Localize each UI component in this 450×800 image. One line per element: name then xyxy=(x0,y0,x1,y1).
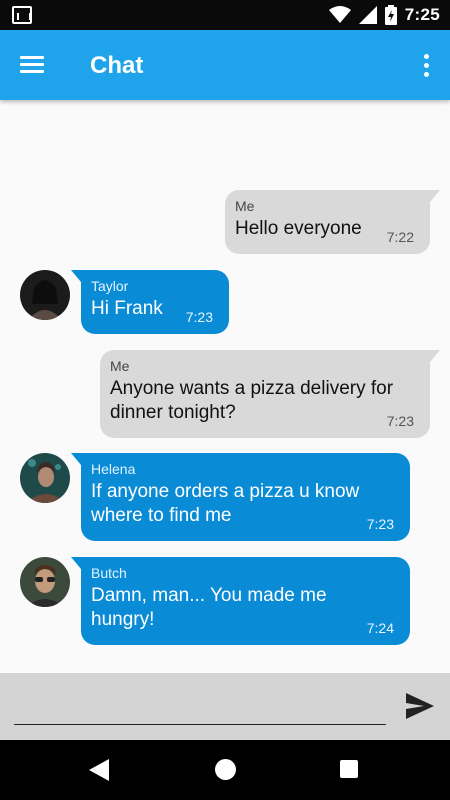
message-text: Anyone wants a pizza delivery for dinner… xyxy=(110,378,394,423)
bubble-tail xyxy=(430,190,440,202)
more-vert-icon[interactable] xyxy=(418,50,434,80)
message-outgoing: Me Hello everyone 7:22 xyxy=(225,190,430,254)
message-sender: Me xyxy=(235,198,255,214)
hamburger-menu-icon[interactable] xyxy=(20,52,50,78)
message-list[interactable]: Me Hello everyone 7:22 Taylor Hi Frank 7… xyxy=(0,100,450,673)
app-bar: Chat xyxy=(0,30,450,100)
bubble-tail xyxy=(71,557,81,569)
message-sender: Helena xyxy=(91,461,136,477)
status-bar: 7:25 xyxy=(0,0,450,30)
battery-charging-icon xyxy=(384,5,397,25)
message-input[interactable] xyxy=(14,687,386,725)
bubble-tail xyxy=(71,270,81,282)
bubble-tail xyxy=(71,453,81,465)
message-sender: Taylor xyxy=(91,278,129,294)
message-incoming: Taylor Hi Frank 7:23 xyxy=(81,270,229,334)
message-text: Damn, man... You made me hungry! xyxy=(91,585,327,630)
avatar[interactable] xyxy=(20,270,70,320)
message-text: If anyone orders a pizza u know where to… xyxy=(91,481,360,526)
recents-icon[interactable] xyxy=(340,760,358,778)
avatar[interactable] xyxy=(20,557,70,607)
send-icon[interactable] xyxy=(406,693,436,721)
composer xyxy=(0,673,450,740)
home-icon[interactable] xyxy=(215,759,236,780)
message-incoming: Helena If anyone orders a pizza u know w… xyxy=(81,453,410,541)
avatar[interactable] xyxy=(20,453,70,503)
back-icon[interactable] xyxy=(89,759,109,786)
message-time: 7:24 xyxy=(366,620,394,636)
message-time: 7:22 xyxy=(386,229,414,245)
status-time: 7:25 xyxy=(404,5,440,24)
message-time: 7:23 xyxy=(386,413,414,429)
message-sender: Butch xyxy=(91,565,127,581)
system-nav-bar xyxy=(0,740,450,800)
message-outgoing: Me Anyone wants a pizza delivery for din… xyxy=(100,350,430,438)
message-incoming: Butch Damn, man... You made me hungry! 7… xyxy=(81,557,410,645)
bubble-tail xyxy=(430,350,440,362)
cellular-signal-icon xyxy=(358,6,377,24)
screen-capture-icon xyxy=(12,6,32,24)
message-time: 7:23 xyxy=(185,309,213,325)
message-sender: Me xyxy=(110,358,130,374)
message-time: 7:23 xyxy=(366,516,394,532)
wifi-icon xyxy=(328,6,351,24)
page-title: Chat xyxy=(90,52,144,79)
